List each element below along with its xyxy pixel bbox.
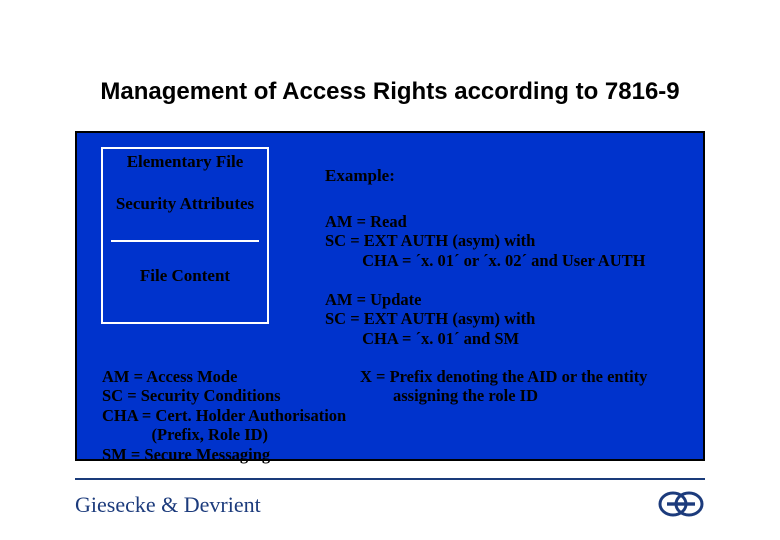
file-content-label: File Content: [101, 266, 269, 286]
ef-divider: [111, 240, 259, 242]
legend-left: AM = Access Mode SC = Security Condition…: [102, 367, 346, 464]
slide: Management of Access Rights according to…: [0, 0, 780, 540]
example-block-2: AM = Update SC = EXT AUTH (asym) with CH…: [325, 290, 535, 348]
elementary-file-box: [101, 147, 269, 324]
example-header: Example:: [325, 166, 395, 186]
page-title: Management of Access Rights according to…: [0, 78, 780, 106]
elementary-file-header: Elementary File: [101, 152, 269, 172]
footer-divider: [75, 478, 705, 480]
example-block-1: AM = Read SC = EXT AUTH (asym) with CHA …: [325, 212, 645, 270]
legend-right: X = Prefix denoting the AID or the entit…: [360, 367, 647, 406]
footer-brand: Giesecke & Devrient: [75, 492, 261, 518]
gd-logo-icon: [657, 490, 705, 518]
security-attributes-label: Security Attributes: [101, 194, 269, 214]
